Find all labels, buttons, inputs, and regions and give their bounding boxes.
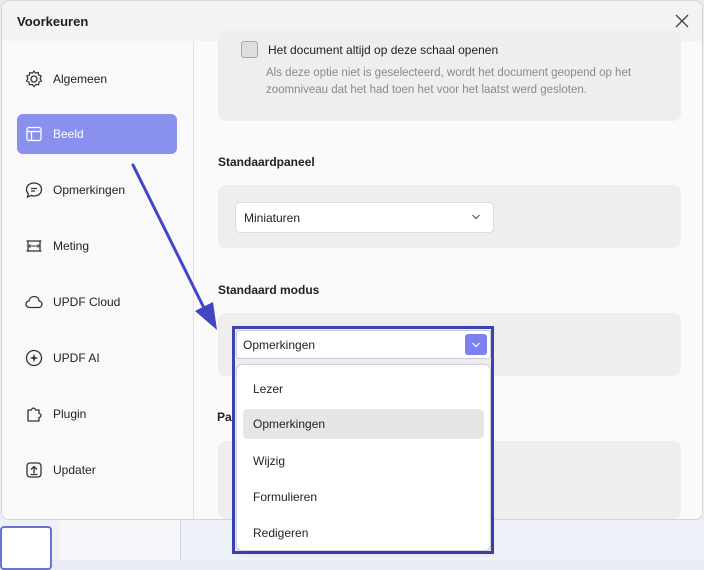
checkbox-label: Het document altijd op deze schaal opene… (268, 43, 499, 57)
default-panel-title: Standaardpaneel (218, 155, 315, 169)
sidebar-item-label: UPDF Cloud (53, 295, 121, 309)
sidebar-item-label: Algemeen (53, 72, 108, 86)
layout-icon (26, 126, 42, 142)
sidebar-item-label: Opmerkingen (53, 183, 126, 197)
sidebar-item-opmerkingen[interactable]: Opmerkingen (17, 170, 177, 210)
default-panel-card: Miniaturen (218, 185, 681, 248)
select-value: Miniaturen (244, 210, 301, 225)
next-section-title: Pa (217, 410, 232, 424)
ai-sparkle-icon (25, 349, 43, 367)
dropdown-option-lezer[interactable]: Lezer (243, 374, 484, 404)
close-icon (675, 14, 689, 28)
sidebar-item-label: UPDF AI (53, 351, 100, 365)
gear-icon (25, 70, 43, 88)
background-thumbnail (0, 526, 52, 570)
zoom-option-card: Het document altijd op deze schaal opene… (218, 31, 681, 121)
checkbox-description: Als deze optie niet is geselecteerd, wor… (266, 67, 632, 96)
option-label: Opmerkingen (253, 417, 326, 431)
sidebar-item-label: Beeld (53, 127, 84, 141)
sidebar-item-algemeen[interactable]: Algemeen (17, 59, 177, 99)
option-label: Wijzig (253, 454, 285, 468)
dropdown-option-opmerkingen[interactable]: Opmerkingen (243, 409, 484, 439)
sidebar-item-plugin[interactable]: Plugin (17, 394, 177, 434)
background-panel (60, 520, 181, 560)
default-mode-select[interactable]: Opmerkingen (236, 330, 491, 359)
option-label: Formulieren (253, 490, 318, 504)
sidebar-item-updf-ai[interactable]: UPDF AI (17, 338, 177, 378)
dropdown-option-formulieren[interactable]: Formulieren (243, 482, 484, 512)
default-panel-select[interactable]: Miniaturen (235, 202, 494, 233)
update-icon (26, 462, 42, 478)
select-value: Opmerkingen (243, 337, 316, 352)
default-mode-title: Standaard modus (218, 283, 320, 297)
option-label: Redigeren (253, 526, 309, 540)
sidebar-item-meting[interactable]: Meting (17, 226, 177, 266)
sidebar-item-label: Plugin (53, 407, 87, 421)
ruler-icon (26, 240, 42, 252)
dialog-title: Voorkeuren (17, 14, 89, 29)
comment-icon (25, 182, 43, 199)
chevron-down-icon (472, 342, 480, 347)
dropdown-option-redigeren[interactable]: Redigeren (243, 518, 484, 548)
sidebar-item-label: Updater (53, 463, 96, 477)
default-mode-dropdown-list: Lezer Opmerkingen Wijzig Formulieren Red… (236, 364, 491, 551)
puzzle-icon (27, 407, 42, 422)
always-open-at-scale-checkbox[interactable] (241, 41, 258, 58)
sidebar-item-updf-cloud[interactable]: UPDF Cloud (17, 282, 177, 322)
sidebar-item-label: Meting (53, 239, 90, 253)
sidebar-item-beeld[interactable]: Beeld (17, 114, 177, 154)
sidebar-item-updater[interactable]: Updater (17, 450, 177, 490)
sidebar: Algemeen Beeld Opmerkingen Meting UPDF C… (2, 41, 194, 519)
cloud-icon (25, 295, 43, 309)
option-label: Lezer (253, 382, 284, 396)
chevron-down-icon (472, 214, 480, 220)
dropdown-option-wijzig[interactable]: Wijzig (243, 446, 484, 476)
close-button[interactable] (672, 11, 692, 31)
dropdown-toggle[interactable] (465, 334, 487, 355)
